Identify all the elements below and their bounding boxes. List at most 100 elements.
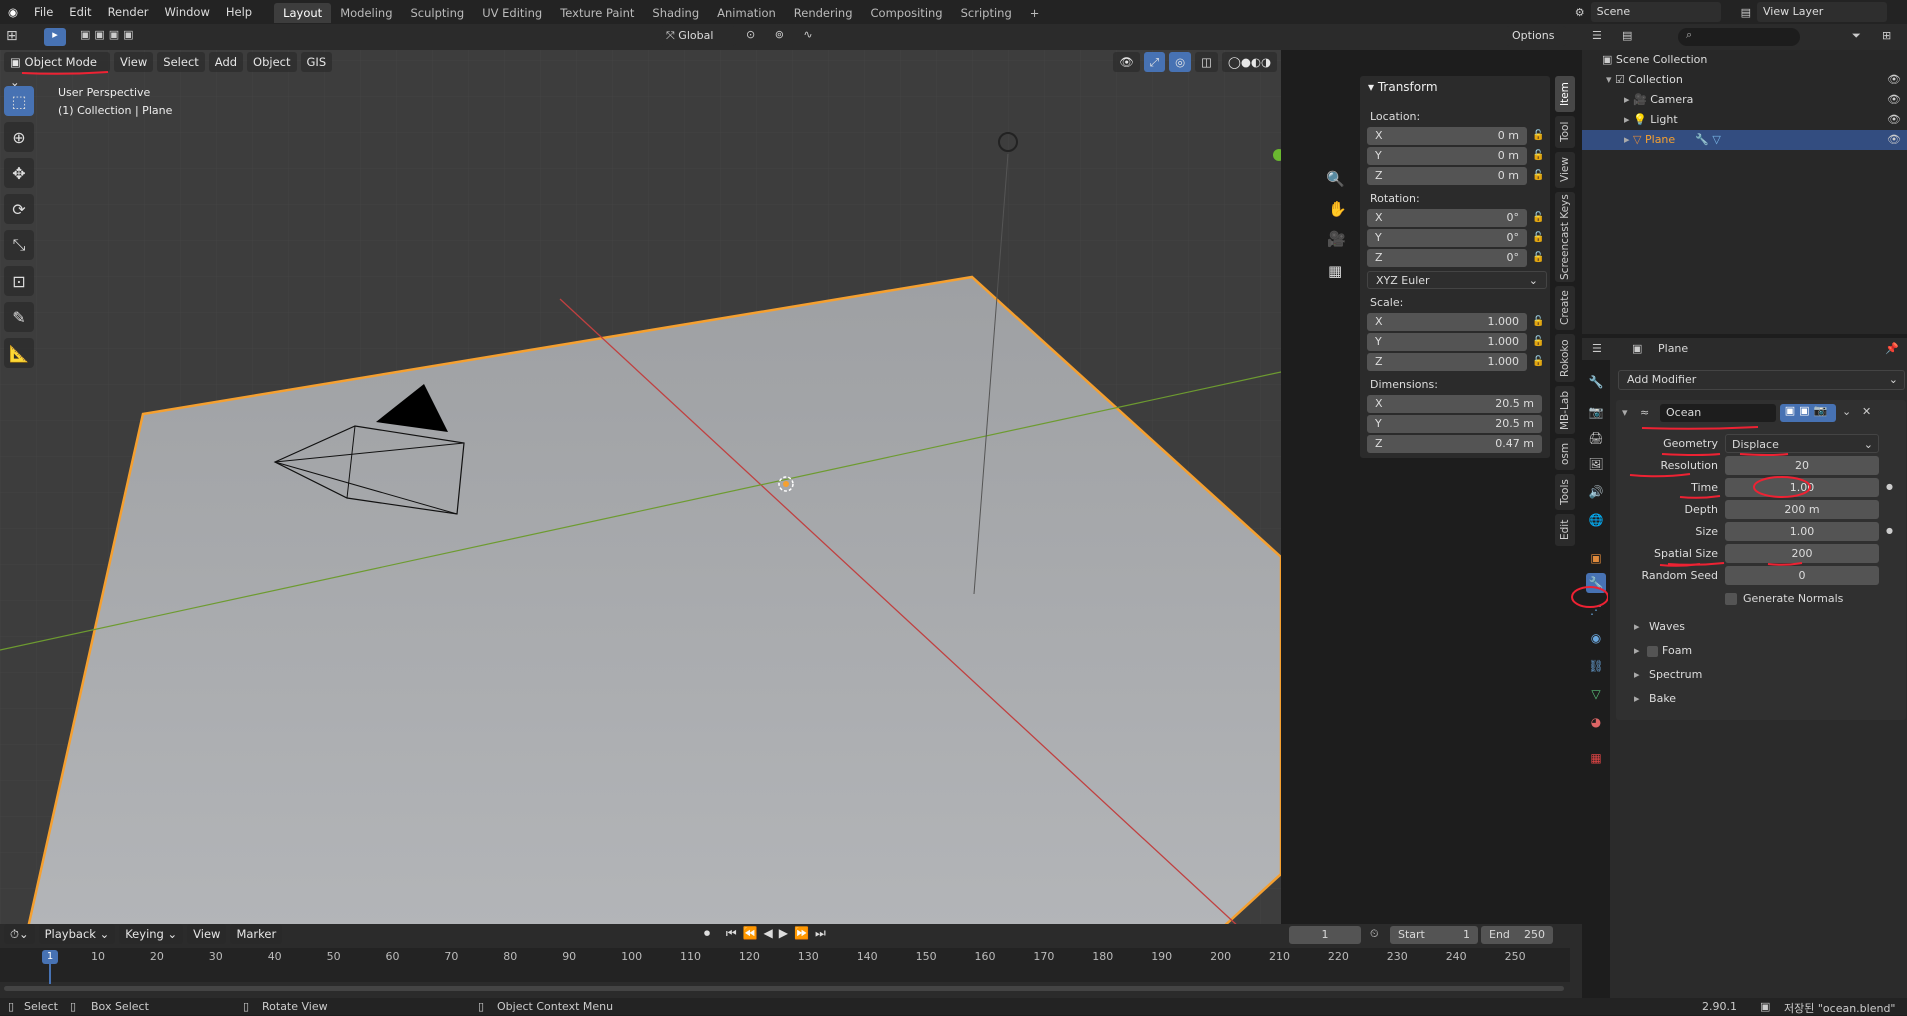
clock-icon[interactable]: ⏲: [1370, 927, 1379, 941]
eye-icon[interactable]: 👁: [1887, 130, 1901, 150]
lock-icon[interactable]: 🔓: [1532, 336, 1544, 348]
pan-icon[interactable]: ✋: [1328, 200, 1347, 218]
add-modifier-button[interactable]: Add Modifier ⌄: [1618, 370, 1905, 390]
lock-icon[interactable]: 🔓: [1532, 130, 1544, 142]
lock-icon[interactable]: 🔓: [1532, 150, 1544, 162]
scale-x-field[interactable]: X 1.000: [1367, 313, 1527, 331]
eye-icon[interactable]: 👁: [1887, 90, 1901, 110]
generate-normals-checkbox[interactable]: Generate Normals: [1725, 590, 1843, 608]
outliner-row-light[interactable]: ▸ 💡 Light 👁: [1582, 110, 1907, 130]
tab-modeling[interactable]: Modeling: [331, 3, 401, 23]
scale-y-field[interactable]: Y 1.000: [1367, 333, 1527, 351]
vtab-tools[interactable]: Tools: [1555, 474, 1575, 510]
timeline-menu-keying[interactable]: Keying ⌄: [119, 924, 184, 944]
collapse-icon[interactable]: ▾: [1622, 406, 1628, 419]
tab-scripting[interactable]: Scripting: [952, 3, 1021, 23]
scale-icon[interactable]: ⤡: [4, 230, 34, 260]
overlay-toggle-icon[interactable]: ◎: [1169, 52, 1192, 72]
tab-layout[interactable]: Layout: [274, 3, 332, 23]
vtab-create[interactable]: Create: [1555, 286, 1575, 330]
filter-icon[interactable]: ⏷: [1852, 29, 1861, 43]
display-mode-icon[interactable]: ▤: [1622, 29, 1632, 42]
lock-icon[interactable]: 🔓: [1532, 170, 1544, 182]
measure-icon[interactable]: 📐: [4, 338, 34, 368]
select-box-icon[interactable]: ⬚: [4, 86, 34, 116]
menu-window[interactable]: Window: [157, 0, 218, 24]
location-x-field[interactable]: X 0 m: [1367, 127, 1527, 145]
vtab-item[interactable]: Item: [1555, 76, 1575, 112]
menu-file[interactable]: File: [26, 0, 61, 24]
scale-z-field[interactable]: Z 1.000: [1367, 353, 1527, 371]
shading-modes-icon[interactable]: ◯●◐◑: [1222, 52, 1277, 72]
subpanel-foam[interactable]: ▸ Foam: [1634, 644, 1692, 657]
dimensions-x-field[interactable]: X 20.5 m: [1367, 395, 1542, 413]
outliner-row-plane[interactable]: ▸ ▽ Plane 🔧 ▽ 👁: [1582, 130, 1907, 150]
lock-icon[interactable]: 🔓: [1532, 232, 1544, 244]
texture-props-icon[interactable]: ▦: [1586, 748, 1606, 768]
tab-compositing[interactable]: Compositing: [862, 3, 952, 23]
dimensions-z-field[interactable]: Z 0.47 m: [1367, 435, 1542, 453]
xray-icon[interactable]: ◫: [1195, 52, 1219, 72]
current-frame-field[interactable]: 1: [1289, 926, 1361, 944]
view-layer-icon[interactable]: ▤: [1741, 6, 1751, 19]
vp-menu-view[interactable]: View: [114, 52, 154, 72]
vtab-tool[interactable]: Tool: [1555, 116, 1575, 148]
rotation-x-field[interactable]: X 0°: [1367, 209, 1527, 227]
menu-edit[interactable]: Edit: [61, 0, 99, 24]
lock-icon[interactable]: 🔓: [1532, 252, 1544, 264]
outliner-row-collection[interactable]: ▾ ☑ Collection 👁: [1582, 70, 1907, 90]
eye-icon[interactable]: 👁: [1887, 110, 1901, 130]
vtab-mb-lab[interactable]: MB-Lab: [1555, 386, 1575, 434]
timeline-menu-view[interactable]: View: [187, 924, 227, 944]
vp-menu-gis[interactable]: GIS: [300, 52, 333, 72]
tab-uv-editing[interactable]: UV Editing: [473, 3, 551, 23]
vtab-view[interactable]: View: [1555, 152, 1575, 188]
subpanel-bake[interactable]: ▸ Bake: [1634, 692, 1676, 705]
outliner-editor-icon[interactable]: ☰: [1592, 29, 1602, 42]
lock-icon[interactable]: 🔓: [1532, 316, 1544, 328]
camera-view-icon[interactable]: 🎥: [1327, 230, 1346, 248]
vp-menu-object[interactable]: Object: [247, 52, 297, 72]
rotate-icon[interactable]: ⟳: [4, 194, 34, 224]
transform-icon[interactable]: ⊡: [4, 266, 34, 296]
timeline-menu-playback[interactable]: Playback ⌄: [38, 924, 116, 944]
properties-editor-icon[interactable]: ☰: [1592, 342, 1602, 355]
location-y-field[interactable]: Y 0 m: [1367, 147, 1527, 165]
move-icon[interactable]: ✥: [4, 158, 34, 188]
annotate-icon[interactable]: ✎: [4, 302, 34, 332]
tool-props-icon[interactable]: 🔧: [1586, 372, 1606, 392]
tab-texture-paint[interactable]: Texture Paint: [551, 3, 643, 23]
pivot-snap-icons[interactable]: ⊙ ⊚ ∿: [746, 28, 821, 41]
close-icon[interactable]: ✕: [1862, 405, 1871, 418]
playhead[interactable]: 1: [42, 950, 58, 964]
visibility-icon[interactable]: 👁: [1113, 52, 1140, 72]
vtab-edit[interactable]: Edit: [1555, 514, 1575, 546]
location-z-field[interactable]: Z 0 m: [1367, 167, 1527, 185]
tab-sculpting[interactable]: Sculpting: [402, 3, 474, 23]
scene-icon[interactable]: ⚙: [1575, 6, 1585, 19]
scene-selector[interactable]: Scene: [1590, 2, 1721, 22]
transform-header[interactable]: ▾ Transform: [1368, 80, 1438, 94]
gizmo-toggle-icon[interactable]: ⤢: [1143, 52, 1166, 72]
end-frame-field[interactable]: End 250: [1481, 926, 1553, 944]
ortho-grid-icon[interactable]: ▦: [1328, 262, 1342, 280]
timeline-scrollbar[interactable]: [4, 986, 1564, 991]
select-tool-icon[interactable]: ▸: [44, 28, 66, 46]
material-props-icon[interactable]: ◕: [1586, 712, 1606, 732]
tab-rendering[interactable]: Rendering: [785, 3, 862, 23]
physics-props-icon[interactable]: ◉: [1586, 628, 1606, 648]
new-collection-icon[interactable]: ⊞: [1882, 29, 1891, 42]
cursor-icon[interactable]: ⊕: [4, 122, 34, 152]
outliner-search-input[interactable]: ⌕: [1678, 28, 1800, 46]
3d-viewport[interactable]: [0, 24, 1281, 928]
lock-icon[interactable]: 🔓: [1532, 356, 1544, 368]
modifier-visibility-toggles[interactable]: ▣▣📷: [1780, 404, 1836, 422]
vp-menu-select[interactable]: Select: [157, 52, 205, 72]
menu-help[interactable]: Help: [218, 0, 260, 24]
object-mode-selector[interactable]: ▣ Object Mode ⌄: [4, 52, 110, 89]
transform-orientation[interactable]: ⤧ Global: [660, 26, 736, 46]
rotation-mode-select[interactable]: XYZ Euler ⌄: [1367, 271, 1547, 289]
tab-animation[interactable]: Animation: [708, 3, 785, 23]
start-frame-field[interactable]: Start 1: [1390, 926, 1478, 944]
editor-type-button[interactable]: ⊞: [6, 28, 18, 44]
